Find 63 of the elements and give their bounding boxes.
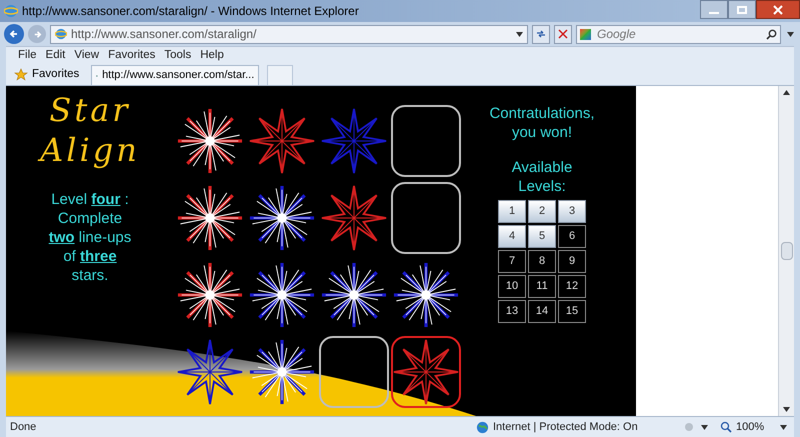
grid-cell[interactable] [391,104,461,176]
dropdown-icon[interactable] [701,424,708,430]
level-button[interactable]: 13 [498,300,526,323]
menu-item[interactable]: View [74,46,100,64]
maximize-icon [737,6,747,14]
stop-icon [558,29,568,39]
grid-cell[interactable] [319,336,389,408]
level-button[interactable]: 12 [558,275,586,298]
level-button[interactable]: 15 [558,300,586,323]
star-icon [14,68,28,82]
level-button[interactable]: 8 [528,250,556,273]
menu-item[interactable]: Edit [46,46,66,64]
menu-item[interactable]: File [18,46,37,64]
search-icon[interactable] [766,28,777,40]
status-text: Done [9,420,38,435]
address-field[interactable]: http://www.sansoner.com/staralign/ [50,24,528,44]
minimize-icon [709,12,719,14]
level-button[interactable]: 14 [528,300,556,323]
level-button[interactable]: 7 [498,250,526,273]
favorites-button[interactable]: Favorites [10,65,84,85]
level-button[interactable]: 9 [558,250,586,273]
zoom-level[interactable]: 100% [736,418,764,436]
browser-logo-icon [4,4,18,18]
close-icon [773,4,783,14]
security-zone: Internet | Protected Mode: On [493,420,639,435]
level-button[interactable]: 2 [528,200,556,223]
grid-cell[interactable] [391,182,461,254]
back-button[interactable] [4,24,24,44]
levels-heading: Available Levels: [510,158,574,196]
level-instructions: Level four : Complete two line-ups of three stars. [48,190,132,285]
scroll-up-icon[interactable] [783,90,790,95]
game-title: Star Align [40,90,140,170]
level-button[interactable]: 1 [498,200,526,223]
browser-tab[interactable]: http://www.sansoner.com/star... [91,65,260,85]
refresh-icon [536,29,546,39]
menu-item[interactable]: Help [200,46,224,64]
scrollbar-thumb[interactable] [780,242,792,260]
window-title: http://www.sansoner.com/staralign/ - Windows Internet Explorer [22,3,359,20]
dropdown-icon[interactable] [787,32,794,36]
dropdown-icon[interactable] [516,32,523,36]
scrollbar[interactable] [778,86,794,416]
win-message: Contratulations, you won! [488,104,596,142]
menu-item[interactable]: Favorites [108,46,156,64]
forward-arrow-icon [32,30,42,38]
menu-item[interactable]: Tools [164,46,192,64]
globe-icon [476,420,489,434]
zoom-icon [720,421,732,433]
search-field[interactable]: Google [576,24,781,44]
level-button[interactable]: 10 [498,275,526,298]
search-provider-icon [580,28,591,40]
maximize-button[interactable] [728,0,756,19]
refresh-button[interactable] [532,24,550,44]
level-button[interactable]: 11 [528,275,556,298]
stop-button[interactable] [554,24,572,44]
scroll-down-icon[interactable] [783,407,790,412]
level-button[interactable]: 5 [528,225,556,248]
level-button[interactable]: 6 [558,225,586,248]
level-button[interactable]: 4 [498,225,526,248]
minimize-button[interactable] [700,0,728,19]
dropdown-icon[interactable] [780,424,788,430]
level-button[interactable]: 3 [558,200,586,223]
back-arrow-icon [9,29,19,39]
close-button[interactable] [756,0,800,19]
